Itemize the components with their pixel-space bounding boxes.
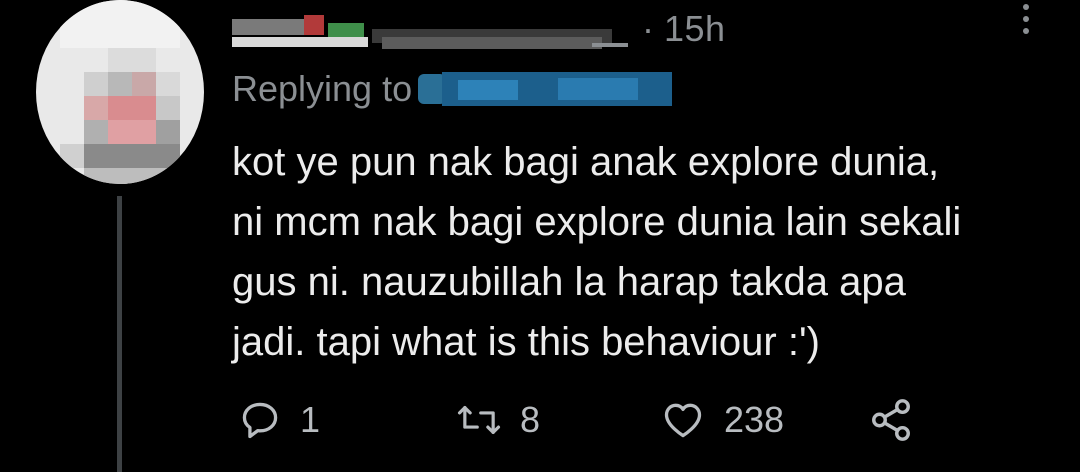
- reply-count: 1: [300, 399, 321, 440]
- reply-button[interactable]: 1: [238, 390, 320, 450]
- thread-line: [117, 196, 122, 472]
- tweet-line: gus ni. nauzubillah la harap takda apa: [232, 260, 906, 304]
- replying-label: Replying to: [232, 68, 413, 109]
- reply-icon: [242, 402, 278, 439]
- reply-handle[interactable]: [418, 68, 680, 110]
- tweet-line: kot ye pun nak bagi anak explore dunia,: [232, 140, 940, 184]
- retweet-count: 8: [520, 399, 541, 440]
- more-vertical-icon[interactable]: [1020, 4, 1032, 44]
- display-name[interactable]: [232, 9, 632, 49]
- heart-icon: [664, 403, 702, 438]
- share-icon: [872, 399, 910, 441]
- tweet-header: · 15h: [232, 2, 726, 56]
- tweet-line: jadi. tapi what is this behaviour :'): [232, 320, 820, 364]
- replying-to: Replying to: [232, 64, 680, 114]
- like-count: 238: [724, 399, 785, 440]
- tweet-body: kot ye pun nak bagi anak explore dunia, …: [232, 132, 1032, 372]
- timestamp[interactable]: 15h: [664, 8, 726, 50]
- like-button[interactable]: 238: [660, 390, 784, 450]
- tweet[interactable]: · 15h Replying to kot ye pun nak bagi an…: [0, 0, 1080, 472]
- retweet-icon: [457, 406, 501, 434]
- avatar[interactable]: [36, 0, 204, 184]
- action-bar: 1 8 238: [232, 390, 952, 450]
- tweet-line: ni mcm nak bagi explore dunia lain sekal…: [232, 200, 962, 244]
- separator-dot: ·: [642, 8, 654, 49]
- share-button[interactable]: [868, 390, 914, 450]
- retweet-button[interactable]: 8: [456, 390, 540, 450]
